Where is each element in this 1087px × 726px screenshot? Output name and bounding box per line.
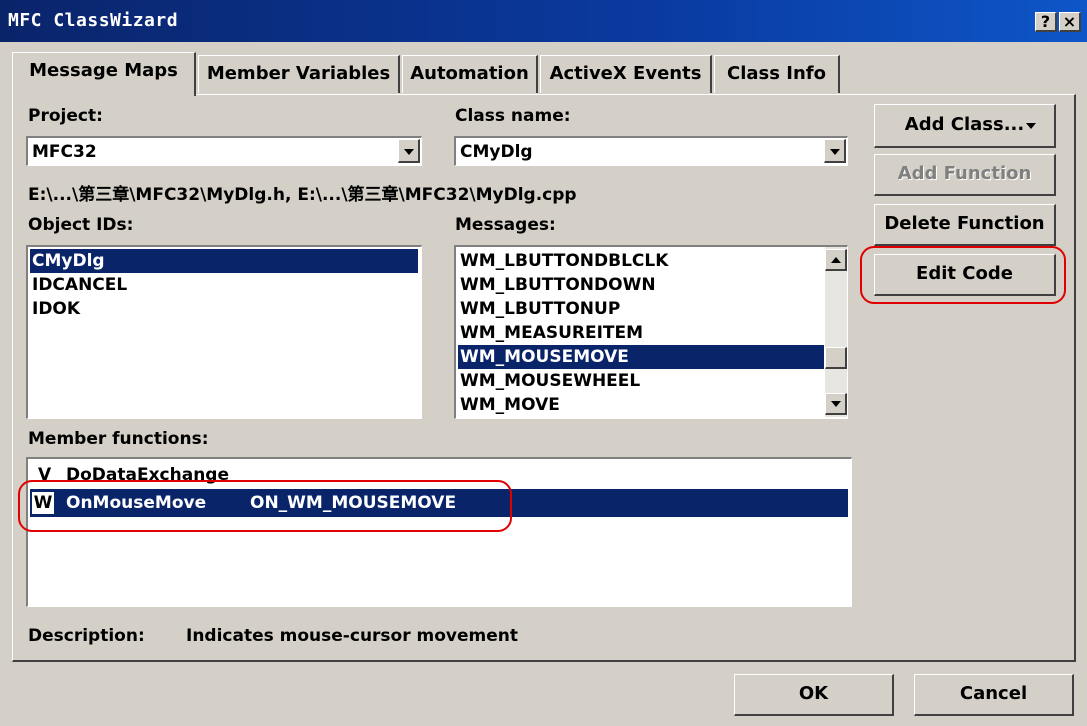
class-name-combobox[interactable]: CMyDlg	[454, 136, 848, 166]
description-text: Indicates mouse-cursor movement	[186, 626, 519, 646]
scroll-thumb[interactable]	[825, 347, 847, 369]
project-dropdown-button[interactable]	[398, 139, 420, 163]
file-path-text: E:\...\第三章\MFC32\MyDlg.h, E:\...\第三章\MFC…	[28, 185, 577, 205]
chevron-down-icon	[404, 149, 414, 155]
chevron-down-icon	[1026, 123, 1036, 129]
list-item[interactable]: WM_MOUSEWHEEL	[458, 369, 640, 393]
highlight-annotation	[860, 246, 1066, 304]
chevron-down-icon	[830, 149, 840, 155]
arrow-up-icon	[831, 257, 841, 263]
member-functions-label: Member functions:	[28, 429, 209, 449]
object-ids-listbox[interactable]: CMyDlg IDCANCEL IDOK	[26, 245, 422, 419]
messages-scrollbar[interactable]	[825, 247, 847, 417]
add-class-button[interactable]: Add Class...	[874, 104, 1056, 148]
cancel-button[interactable]: Cancel	[914, 674, 1074, 716]
list-item[interactable]: WM_LBUTTONDBLCLK	[458, 249, 668, 273]
scroll-up-button[interactable]	[825, 249, 847, 271]
description-label: Description:	[28, 626, 145, 646]
delete-function-label: Delete Function	[884, 213, 1045, 234]
list-item[interactable]: WM_MOUSEMOVE	[458, 345, 824, 369]
scroll-down-button[interactable]	[825, 393, 847, 415]
tab-message-maps[interactable]: Message Maps	[12, 52, 196, 96]
add-function-label: Add Function	[897, 163, 1032, 184]
tab-activex-events[interactable]: ActiveX Events	[540, 55, 712, 93]
messages-listbox[interactable]: WM_LBUTTONDBLCLK WM_LBUTTONDOWN WM_LBUTT…	[454, 245, 848, 419]
highlight-annotation	[18, 480, 512, 532]
tab-class-info[interactable]: Class Info	[714, 55, 840, 93]
delete-function-button[interactable]: Delete Function	[874, 204, 1056, 246]
add-class-label: Add Class...	[904, 114, 1025, 135]
help-button[interactable]: ?	[1035, 12, 1057, 32]
tab-member-variables[interactable]: Member Variables	[198, 55, 400, 93]
classwizard-dialog: MFC ClassWizard ? × Message Maps Member …	[0, 0, 1087, 726]
title-bar[interactable]: MFC ClassWizard ? ×	[0, 0, 1087, 42]
ok-button[interactable]: OK	[734, 674, 894, 716]
list-item[interactable]: IDOK	[30, 297, 80, 321]
messages-label: Messages:	[455, 215, 556, 235]
arrow-down-icon	[831, 401, 841, 407]
project-combobox[interactable]: MFC32	[26, 136, 422, 166]
list-item[interactable]: CMyDlg	[30, 249, 418, 273]
ok-label: OK	[798, 683, 829, 704]
list-item[interactable]: IDCANCEL	[30, 273, 127, 297]
close-button[interactable]: ×	[1059, 12, 1081, 32]
cancel-label: Cancel	[959, 683, 1028, 704]
list-item[interactable]: WM_LBUTTONUP	[458, 297, 620, 321]
tab-automation[interactable]: Automation	[402, 55, 538, 93]
project-value: MFC32	[32, 142, 97, 162]
add-function-button[interactable]: Add Function	[874, 154, 1056, 196]
list-item[interactable]: WM_MEASUREITEM	[458, 321, 643, 345]
class-name-value: CMyDlg	[460, 142, 533, 162]
list-item[interactable]: WM_MOVE	[458, 393, 560, 417]
project-label: Project:	[28, 106, 103, 126]
object-ids-label: Object IDs:	[28, 215, 134, 235]
class-name-label: Class name:	[455, 106, 571, 126]
class-name-dropdown-button[interactable]	[824, 139, 846, 163]
list-item[interactable]: WM_LBUTTONDOWN	[458, 273, 656, 297]
window-title: MFC ClassWizard	[8, 10, 179, 31]
